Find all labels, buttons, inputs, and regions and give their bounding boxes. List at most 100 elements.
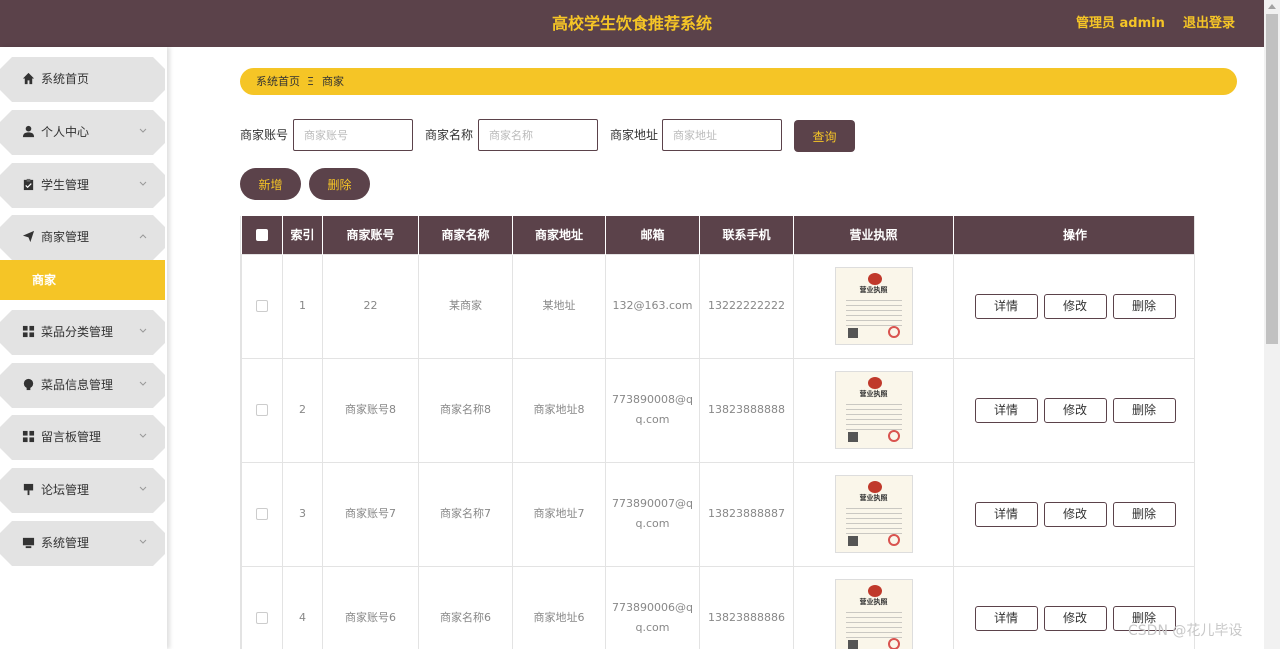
column-header: 索引: [282, 216, 323, 254]
breadcrumb: 系统首页 Ξ 商家: [240, 68, 1237, 95]
sidebar-item-system[interactable]: 系统管理: [0, 521, 165, 566]
grid-icon: [22, 325, 35, 338]
detail-button[interactable]: 详情: [974, 605, 1038, 631]
column-header: 营业执照: [793, 216, 954, 254]
delete-button[interactable]: 删除: [1112, 397, 1176, 423]
breadcrumb-current: 商家: [322, 75, 344, 88]
chevron-down-icon: [139, 433, 147, 438]
table-row: 1 22 某商家 某地址 132@163.com 13222222222 营业执…: [241, 253, 1194, 359]
qr-code-icon: [847, 640, 858, 649]
index-cell: 4: [282, 565, 323, 649]
address-search-input[interactable]: [662, 119, 782, 151]
emblem-icon: [867, 481, 882, 493]
sidebar-item-label: 系统首页: [41, 72, 90, 86]
email-cell: 773890006@qq.com: [605, 565, 700, 649]
chevron-down-icon: [139, 381, 147, 386]
phone-cell: 13823888886: [699, 565, 794, 649]
paper-plane-icon: [22, 230, 35, 243]
seal-icon: [887, 326, 900, 338]
address-label: 商家地址: [610, 128, 659, 142]
scroll-up-icon[interactable]: [1268, 4, 1276, 9]
sidebar-item-merchants[interactable]: 商家管理: [0, 215, 165, 260]
watermark: CSDN @花儿毕设: [1128, 623, 1243, 639]
sidebar: 系统首页 个人中心 学生管理 商家管理 商家 菜品分类管理 菜品信息管理 留言板…: [0, 47, 167, 649]
row-checkbox[interactable]: [256, 508, 268, 520]
sidebar-item-students[interactable]: 学生管理: [0, 163, 165, 208]
row-checkbox[interactable]: [256, 612, 268, 624]
business-license-image[interactable]: 营业执照: [834, 579, 913, 649]
edit-button[interactable]: 修改: [1043, 501, 1107, 527]
sidebar-item-profile[interactable]: 个人中心: [0, 110, 165, 155]
detail-button[interactable]: 详情: [974, 397, 1038, 423]
qr-code-icon: [847, 432, 858, 442]
delete-button[interactable]: 删除: [1112, 293, 1176, 319]
chevron-down-icon: [139, 486, 147, 491]
column-header: 商家名称: [418, 216, 513, 254]
sidebar-item-forum[interactable]: 论坛管理: [0, 468, 165, 513]
merchant-table: 索引 商家账号 商家名称 商家地址 邮箱 联系手机 营业执照 操作 1 22 某…: [240, 216, 1195, 649]
column-header: 邮箱: [605, 216, 700, 254]
phone-cell: 13222222222: [699, 253, 794, 359]
name-cell: 商家名称7: [418, 461, 513, 567]
sidebar-item-home[interactable]: 系统首页: [0, 57, 165, 102]
index-cell: 3: [282, 461, 323, 567]
sidebar-item-label: 留言板管理: [41, 430, 102, 444]
desktop-icon: [22, 537, 35, 549]
name-label: 商家名称: [425, 128, 474, 142]
license-title: 营业执照: [859, 598, 888, 606]
email-cell: 773890008@qq.com: [605, 357, 700, 463]
batch-delete-button[interactable]: 删除: [309, 168, 370, 200]
license-title: 营业执照: [859, 390, 888, 398]
chevron-down-icon: [139, 539, 147, 544]
breadcrumb-home[interactable]: 系统首页: [256, 68, 300, 95]
email-cell: 132@163.com: [605, 253, 700, 359]
account-search-input[interactable]: [293, 119, 413, 151]
address-cell: 商家地址7: [512, 461, 606, 567]
sidebar-item-label: 菜品分类管理: [41, 325, 114, 339]
row-checkbox[interactable]: [256, 404, 268, 416]
query-button[interactable]: 查询: [794, 120, 855, 152]
user-icon: [22, 125, 35, 138]
home-icon: [22, 72, 35, 85]
sidebar-item-label: 学生管理: [41, 178, 90, 192]
business-license-image[interactable]: 营业执照: [834, 267, 913, 345]
index-cell: 2: [282, 357, 323, 463]
sidebar-subitem-merchant[interactable]: 商家: [0, 260, 165, 300]
app-title: 高校学生饮食推荐系统: [551, 14, 712, 33]
edit-button[interactable]: 修改: [1043, 397, 1107, 423]
sidebar-item-messages[interactable]: 留言板管理: [0, 415, 165, 460]
chevron-down-icon: [139, 128, 147, 133]
edit-button[interactable]: 修改: [1043, 293, 1107, 319]
select-all-cell[interactable]: [241, 216, 283, 254]
delete-button[interactable]: 删除: [1112, 501, 1176, 527]
account-cell: 22: [322, 253, 419, 359]
row-checkbox[interactable]: [256, 300, 268, 312]
sidebar-item-dish-categories[interactable]: 菜品分类管理: [0, 310, 165, 355]
table-row: 3 商家账号7 商家名称7 商家地址7 773890007@qq.com 138…: [241, 461, 1194, 567]
column-header: 操作: [953, 216, 1194, 254]
emblem-icon: [867, 585, 882, 597]
edit-button[interactable]: 修改: [1043, 605, 1107, 631]
name-search-input[interactable]: [478, 119, 598, 151]
table-row: 2 商家账号8 商家名称8 商家地址8 773890008@qq.com 138…: [241, 357, 1194, 463]
business-license-image[interactable]: 营业执照: [834, 475, 913, 553]
scrollbar-thumb[interactable]: [1266, 14, 1278, 344]
chevron-down-icon: [139, 181, 147, 186]
address-cell: 商家地址6: [512, 565, 606, 649]
address-cell: 商家地址8: [512, 357, 606, 463]
detail-button[interactable]: 详情: [974, 293, 1038, 319]
email-cell: 773890007@qq.com: [605, 461, 700, 567]
clipboard-icon: [23, 178, 34, 191]
page-scrollbar[interactable]: [1264, 0, 1280, 649]
sidebar-item-dish-info[interactable]: 菜品信息管理: [0, 363, 165, 408]
logout-button[interactable]: 退出登录: [1183, 0, 1235, 47]
select-all-checkbox[interactable]: [255, 229, 268, 242]
emblem-icon: [867, 273, 882, 285]
detail-button[interactable]: 详情: [974, 501, 1038, 527]
name-cell: 商家名称8: [418, 357, 513, 463]
sidebar-subitem-label: 商家: [32, 273, 57, 287]
business-license-image[interactable]: 营业执照: [834, 371, 913, 449]
add-button[interactable]: 新增: [240, 168, 301, 200]
top-bar: 高校学生饮食推荐系统 管理员 admin 退出登录: [0, 0, 1264, 47]
qr-code-icon: [847, 328, 858, 338]
